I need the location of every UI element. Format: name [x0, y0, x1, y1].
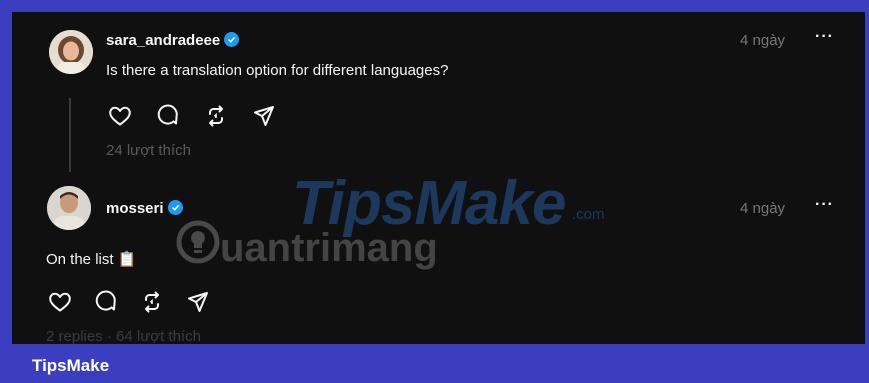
heart-icon[interactable] — [48, 290, 72, 314]
repost-icon[interactable] — [140, 290, 164, 314]
more-options-button[interactable]: ··· — [815, 28, 834, 46]
reply-like-meta[interactable]: 2 replies · 64 lượt thích — [46, 328, 201, 344]
avatar[interactable] — [47, 186, 91, 230]
comment-icon[interactable] — [156, 104, 180, 128]
watermark: TipsMake .com uantrimang — [176, 168, 632, 283]
post-time: 4 ngày — [740, 32, 786, 49]
username-text[interactable]: mosseri — [106, 200, 164, 217]
brand-label: TipsMake — [32, 356, 110, 375]
post-text: On the list 📋 — [46, 251, 137, 268]
verified-badge-icon — [167, 200, 183, 215]
thread-line — [69, 98, 71, 172]
post-text: Is there a translation option for differ… — [106, 62, 449, 79]
watermark-quantrimang: uantrimang — [220, 226, 438, 270]
share-icon[interactable] — [186, 290, 210, 314]
username-text[interactable]: sara_andradeee — [106, 32, 220, 49]
brand-bar: TipsMake — [0, 344, 869, 383]
like-count[interactable]: 24 lượt thích — [106, 142, 191, 159]
username[interactable]: mosseri — [106, 200, 183, 217]
post-actions — [108, 104, 278, 128]
threads-screen: sara_andradeee 4 ngày ··· Is there a tra… — [12, 12, 865, 344]
post-time: 4 ngày — [740, 200, 786, 217]
verified-badge-icon — [224, 32, 240, 47]
watermark-tipsmake: TipsMake — [292, 169, 566, 238]
avatar[interactable] — [49, 30, 93, 74]
username[interactable]: sara_andradeee — [106, 32, 240, 49]
watermark-com: .com — [572, 206, 605, 223]
more-options-button[interactable]: ··· — [815, 196, 834, 214]
comment-icon[interactable] — [94, 290, 118, 314]
share-icon[interactable] — [252, 104, 276, 128]
heart-icon[interactable] — [108, 104, 132, 128]
repost-icon[interactable] — [204, 104, 228, 128]
post-actions — [48, 290, 218, 314]
lightbulb-icon — [174, 218, 222, 266]
